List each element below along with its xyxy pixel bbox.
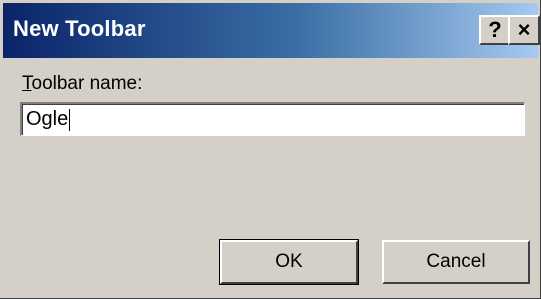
label-text: oolbar name:	[31, 73, 143, 94]
new-toolbar-dialog: New Toolbar ? × Toolbar name: Ogle OK Ca…	[0, 0, 541, 299]
cancel-button-label: Cancel	[426, 251, 486, 272]
help-icon: ?	[488, 17, 502, 42]
cancel-button[interactable]: Cancel	[382, 240, 530, 284]
close-icon: ×	[517, 17, 531, 42]
window-title: New Toolbar	[13, 16, 146, 41]
text-caret	[69, 108, 71, 131]
close-button[interactable]: ×	[508, 15, 540, 45]
toolbar-name-label: Toolbar name:	[22, 73, 142, 95]
ok-button-label: OK	[275, 251, 303, 272]
toolbar-name-input[interactable]: Ogle	[20, 102, 525, 136]
ok-button[interactable]: OK	[219, 239, 359, 285]
label-accelerator: T	[22, 73, 32, 94]
title-bar[interactable]: New Toolbar ? ×	[3, 3, 540, 58]
help-button[interactable]: ?	[479, 15, 511, 45]
toolbar-name-value: Ogle	[26, 108, 69, 130]
